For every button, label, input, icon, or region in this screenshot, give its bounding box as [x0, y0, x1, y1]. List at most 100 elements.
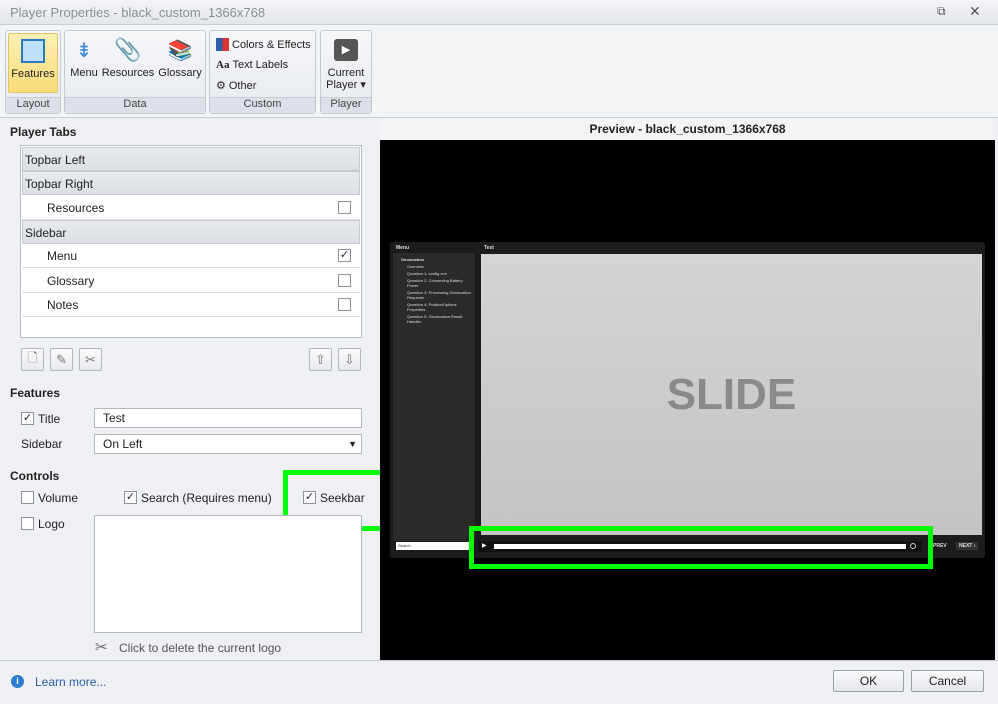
arrow-up-icon: ⇧: [315, 351, 326, 367]
ribbon-group-custom: Colors & Effects Aa Text Labels ⚙ Other Cu…: [209, 30, 316, 114]
tab-row-notes[interactable]: Notes: [22, 293, 360, 317]
features-button[interactable]: Features: [8, 33, 58, 93]
menu-icon: ⇟: [75, 39, 93, 62]
colors-effects-button[interactable]: Colors & Effects: [216, 38, 311, 51]
player-tabs-list: Topbar Left Topbar Right Resources Sideb…: [20, 145, 362, 338]
menu-header: Menu: [396, 245, 410, 251]
close-icon[interactable]: ✕: [969, 3, 981, 20]
group-label: Custom: [210, 97, 315, 113]
volume-checkbox[interactable]: [21, 491, 34, 504]
player-icon: ▶: [334, 39, 358, 61]
row-label: Sidebar: [25, 226, 67, 240]
new-document-icon: 🗋: [27, 349, 38, 365]
glossary-book-icon: 📚: [167, 39, 193, 62]
cancel-button[interactable]: Cancel: [911, 670, 984, 692]
sidebar-menu: Geolocation Overview Question 1: config.xm…: [393, 253, 475, 541]
logo-checkbox[interactable]: [21, 517, 34, 530]
ribbon: Features Layout ⇟ Menu 📎 Resources 📚 Glossa…: [0, 25, 998, 118]
notes-checkbox[interactable]: [338, 298, 351, 311]
features-icon: [21, 39, 45, 63]
sidebar-label: Sidebar: [21, 437, 63, 451]
group-label: Layout: [6, 97, 60, 113]
menu-label: Menu: [70, 67, 98, 79]
preview-stage: Menu Test Geolocation Overview Question 1:…: [380, 140, 995, 660]
controls-heading: Controls: [10, 469, 60, 483]
restore-icon[interactable]: ⧉: [937, 4, 946, 19]
preview-menu-item[interactable]: Question 3: Processing Geolocation Reque…: [397, 290, 471, 300]
group-label: Data: [65, 97, 205, 113]
search-checkbox[interactable]: ✓: [124, 491, 137, 504]
delete-logo-icon[interactable]: ✂: [95, 638, 108, 656]
learn-more-link[interactable]: Learn more...: [35, 675, 106, 689]
tab-row-sidebar[interactable]: Sidebar: [22, 220, 360, 244]
colors-icon: [216, 38, 229, 51]
sidebar-select[interactable]: On Left ▼: [94, 434, 362, 454]
other-button[interactable]: ⚙ Other: [216, 79, 257, 93]
tab-row-menu[interactable]: Menu ✓: [22, 244, 360, 268]
footer: i Learn more... OK Cancel: [0, 660, 998, 704]
ribbon-group-layout: Features Layout: [5, 30, 61, 114]
colors-label: Colors & Effects: [232, 38, 311, 51]
features-heading: Features: [10, 386, 61, 400]
preview-menu-item[interactable]: Question 4: PositionOptions Properties: [397, 302, 471, 312]
preview-title: Preview - black_custom_1366x768: [380, 118, 995, 140]
delete-tab-button[interactable]: ✂: [79, 348, 102, 371]
title-input[interactable]: Test: [94, 408, 362, 428]
glossary-button[interactable]: 📚 Glossary: [157, 33, 203, 93]
preview-seekbar-highlight: [469, 526, 933, 569]
preview-menu-item[interactable]: Geolocation: [397, 257, 471, 262]
preview-menu-item[interactable]: Question 1: config.xml: [397, 271, 471, 276]
resources-label: Resources: [101, 67, 155, 79]
features-label: Features: [11, 68, 55, 80]
tab-row-glossary[interactable]: Glossary: [22, 269, 360, 293]
current-player-button[interactable]: ▶ Current Player ▾: [323, 33, 369, 93]
new-tab-button[interactable]: 🗋: [21, 348, 44, 371]
ribbon-group-player: ▶ Current Player ▾ Player: [320, 30, 372, 114]
glossary-checkbox[interactable]: [338, 274, 351, 287]
paperclip-icon: 📎: [114, 37, 142, 62]
edit-tab-button[interactable]: ✎: [50, 348, 73, 371]
edit-icon: ✎: [56, 351, 67, 367]
player-label: Player ▾: [326, 79, 366, 91]
text-labels-icon: Aa: [216, 59, 230, 71]
text-labels-button[interactable]: Aa Text Labels: [216, 59, 288, 71]
slide-text: SLIDE: [666, 369, 797, 419]
preview-menu-item[interactable]: Question 5: Geolocation Result Handler: [397, 314, 471, 324]
player-frame: Menu Test Geolocation Overview Question 1:…: [390, 242, 985, 558]
row-label: Glossary: [47, 274, 95, 288]
ok-button[interactable]: OK: [833, 670, 904, 692]
title-checkbox[interactable]: ✓: [21, 412, 34, 425]
menu-checkbox[interactable]: ✓: [338, 249, 351, 262]
row-label: Notes: [47, 298, 79, 312]
resources-checkbox[interactable]: [338, 201, 351, 214]
logo-box[interactable]: [94, 515, 362, 633]
delete-icon: ✂: [85, 351, 96, 367]
delete-logo-link[interactable]: Click to delete the current logo: [119, 641, 281, 655]
resources-button[interactable]: 📎 Resources: [101, 33, 155, 93]
preview-panel: Preview - black_custom_1366x768 Menu Tes…: [380, 118, 995, 660]
sidebar-value: On Left: [103, 437, 143, 451]
tab-row-topbar-left[interactable]: Topbar Left: [22, 147, 360, 171]
tab-row-topbar-right[interactable]: Topbar Right: [22, 171, 360, 195]
arrow-down-icon: ⇩: [344, 351, 355, 367]
logo-label: Logo: [38, 517, 65, 531]
group-label: Player: [321, 97, 371, 113]
other-label: Other: [228, 79, 257, 92]
menu-button[interactable]: ⇟ Menu: [68, 33, 100, 93]
move-up-button[interactable]: ⇧: [309, 348, 332, 371]
prev-button[interactable]: PREV: [933, 543, 947, 549]
gear-icon: ⚙: [216, 80, 226, 92]
search-label: Search (Requires menu): [141, 491, 272, 505]
row-label: Topbar Left: [25, 153, 86, 167]
ribbon-group-data: ⇟ Menu 📎 Resources 📚 Glossary Data: [64, 30, 206, 114]
preview-menu-item[interactable]: Question 2: Conserving Battery Power: [397, 278, 471, 288]
current-label: Current: [327, 67, 365, 79]
move-down-button[interactable]: ⇩: [338, 348, 361, 371]
search-field[interactable]: Search: [396, 542, 472, 550]
row-label: Menu: [47, 249, 78, 263]
slide-area: SLIDE: [481, 254, 982, 535]
text-labels-label: Text Labels: [232, 59, 289, 71]
tab-row-resources[interactable]: Resources: [22, 196, 360, 220]
next-button[interactable]: NEXT ›: [956, 542, 979, 550]
preview-menu-item[interactable]: Overview: [397, 264, 471, 269]
